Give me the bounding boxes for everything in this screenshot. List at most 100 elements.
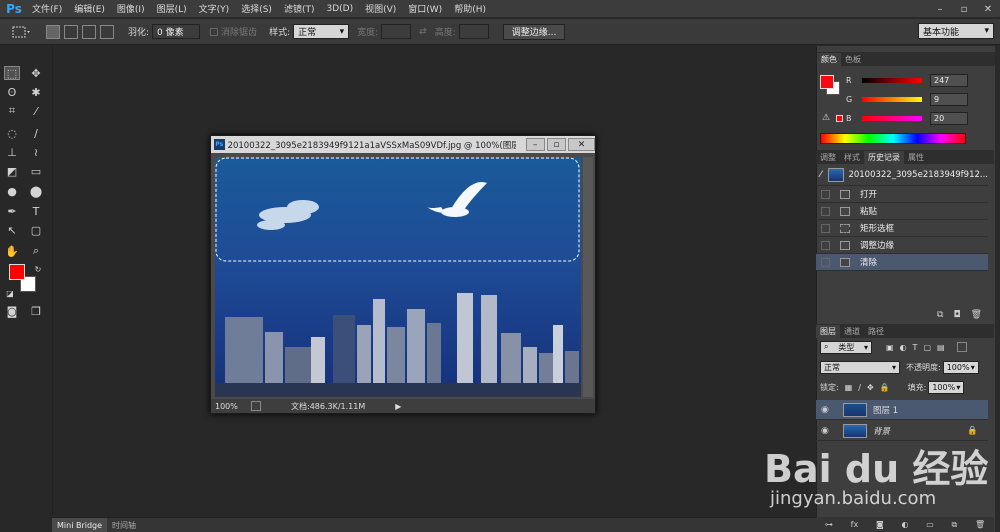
add-selection-icon[interactable] <box>64 24 78 39</box>
layer-filter-select[interactable]: ⌕ 类型 ▾ <box>820 340 872 354</box>
history-state[interactable]: 调整边缘 <box>816 237 988 254</box>
panel-foreground-swatch[interactable] <box>820 75 834 89</box>
doc-close-button[interactable]: ✕ <box>568 138 596 151</box>
doc-restore-button[interactable]: ▫ <box>546 138 567 151</box>
menu-file[interactable]: 文件(F) <box>26 2 68 15</box>
menu-3d[interactable]: 3D(D) <box>320 4 359 14</box>
history-state-selected[interactable]: 清除 <box>816 254 988 271</box>
subtract-selection-icon[interactable] <box>82 24 96 39</box>
doc-minimize-button[interactable]: – <box>525 138 545 151</box>
zoom-level[interactable]: 100% <box>215 402 251 411</box>
lasso-tool-icon[interactable]: ʘ <box>4 85 20 99</box>
red-slider[interactable] <box>862 77 922 83</box>
document-titlebar[interactable]: Ps 20100322_3095e2183949f9121a1aVSSxMaS0… <box>211 136 596 153</box>
workspace-select[interactable]: 基本功能 ▾ <box>918 23 994 39</box>
height-input[interactable] <box>458 24 489 39</box>
restore-button[interactable]: ▫ <box>952 0 976 18</box>
tab-adjustments[interactable]: 调整 <box>816 151 840 164</box>
blend-mode-select[interactable]: 正常 ▾ <box>820 360 900 374</box>
visibility-eye-icon[interactable]: ◉ <box>821 405 831 415</box>
lock-transparent-icon[interactable]: ▦ <box>845 383 853 392</box>
camera-icon[interactable]: ◘ <box>953 310 960 320</box>
blur-tool-icon[interactable]: ● <box>4 184 20 198</box>
filter-toggle-icon[interactable] <box>956 342 967 352</box>
history-checkbox[interactable] <box>821 189 830 199</box>
red-value[interactable]: 247 <box>930 73 968 87</box>
color-spectrum-bar[interactable] <box>820 133 966 144</box>
menu-filter[interactable]: 滤镜(T) <box>278 2 321 15</box>
eyedropper-tool-icon[interactable]: ⁄ <box>28 104 44 118</box>
tab-color[interactable]: 颜色 <box>817 53 841 66</box>
foreground-color-swatch[interactable] <box>9 264 25 280</box>
intersect-selection-icon[interactable] <box>100 24 114 39</box>
lock-position-icon[interactable]: ✥ <box>867 383 874 392</box>
filter-type-icon[interactable]: T <box>913 343 918 352</box>
eraser-tool-icon[interactable]: ◩ <box>4 164 20 178</box>
history-checkbox[interactable] <box>821 223 830 233</box>
lock-image-icon[interactable]: ∕ <box>858 383 861 392</box>
lock-all-icon[interactable]: 🔒 <box>880 383 890 392</box>
screen-mode-icon[interactable]: ❐ <box>28 304 44 318</box>
history-snapshot[interactable]: ⁄ 20100322_3095e2183949f912... <box>816 164 988 186</box>
marquee-preset-icon[interactable] <box>12 24 32 40</box>
move-tool-icon[interactable]: ✥ <box>28 66 44 80</box>
tab-history[interactable]: 历史记录 <box>864 151 904 164</box>
history-state[interactable]: 矩形选框 <box>816 220 988 237</box>
status-info-icon[interactable] <box>251 401 261 411</box>
menu-select[interactable]: 选择(S) <box>235 2 278 15</box>
history-checkbox[interactable] <box>821 257 830 267</box>
blue-slider[interactable] <box>862 115 922 121</box>
path-select-tool-icon[interactable]: ↖ <box>4 223 20 237</box>
filter-shape-icon[interactable]: ▢ <box>923 343 931 352</box>
layer-row-selected[interactable]: ◉ 图层 1 <box>816 400 988 420</box>
dodge-tool-icon[interactable]: ⬤ <box>28 184 44 198</box>
history-brush-tool-icon[interactable]: ≀ <box>28 145 44 159</box>
fill-input[interactable]: 100% ▾ <box>928 380 965 394</box>
minimize-button[interactable]: – <box>928 0 952 18</box>
menu-window[interactable]: 窗口(W) <box>402 2 448 15</box>
shape-tool-icon[interactable]: ▢ <box>28 223 44 237</box>
crop-tool-icon[interactable]: ⌗ <box>4 104 20 118</box>
swap-colors-icon[interactable]: ↻ <box>30 262 46 276</box>
pen-tool-icon[interactable]: ✒ <box>4 204 20 218</box>
image-canvas[interactable] <box>215 157 581 397</box>
menu-help[interactable]: 帮助(H) <box>448 2 492 15</box>
brush-source-icon[interactable]: ⁄ <box>820 170 822 180</box>
filter-pixel-icon[interactable]: ▣ <box>886 343 894 352</box>
close-button[interactable]: ✕ <box>976 0 1000 18</box>
antialias-checkbox[interactable]: 消除锯齿 <box>210 24 257 40</box>
healing-brush-tool-icon[interactable]: ◌ <box>4 126 20 140</box>
type-tool-icon[interactable]: T <box>28 204 44 218</box>
document-window[interactable]: Ps 20100322_3095e2183949f9121a1aVSSxMaS0… <box>210 135 596 414</box>
brush-tool-icon[interactable]: ∕ <box>28 126 44 140</box>
filter-adjustment-icon[interactable]: ◐ <box>900 343 907 352</box>
trash-icon[interactable]: 🗑 <box>971 310 982 320</box>
green-slider[interactable] <box>862 96 922 102</box>
default-colors-icon[interactable]: ◪ <box>2 286 18 300</box>
history-checkbox[interactable] <box>821 206 830 216</box>
tab-swatches[interactable]: 色板 <box>841 53 865 66</box>
rect-marquee-tool-icon[interactable]: ⬚ <box>4 66 20 80</box>
history-state[interactable]: 粘贴 <box>816 203 988 220</box>
tab-properties[interactable]: 属性 <box>904 151 928 164</box>
tab-paths[interactable]: 路径 <box>864 325 888 338</box>
tab-timeline[interactable]: 时间轴 <box>107 518 141 532</box>
blue-value[interactable]: 20 <box>930 111 968 125</box>
tab-mini-bridge[interactable]: Mini Bridge <box>52 518 108 532</box>
new-document-from-state-icon[interactable]: ⧉ <box>937 310 943 320</box>
new-selection-icon[interactable] <box>46 24 60 39</box>
opacity-input[interactable]: 100% ▾ <box>942 360 979 374</box>
width-input[interactable] <box>381 24 412 39</box>
swap-dimensions-icon[interactable]: ⇄ <box>419 24 427 40</box>
history-checkbox[interactable] <box>821 240 830 250</box>
style-select[interactable]: 正常 ▾ <box>293 24 350 39</box>
menu-view[interactable]: 视图(V) <box>359 2 402 15</box>
quick-select-tool-icon[interactable]: ✱ <box>28 85 44 99</box>
web-color-swatch[interactable] <box>836 114 843 122</box>
menu-type[interactable]: 文字(Y) <box>193 2 236 15</box>
feather-input[interactable]: 0 像素 <box>152 24 201 39</box>
visibility-eye-icon[interactable]: ◉ <box>821 426 831 436</box>
hand-tool-icon[interactable]: ✋ <box>4 244 20 258</box>
tab-styles[interactable]: 样式 <box>840 151 864 164</box>
quick-mask-icon[interactable]: ◙ <box>4 304 20 318</box>
